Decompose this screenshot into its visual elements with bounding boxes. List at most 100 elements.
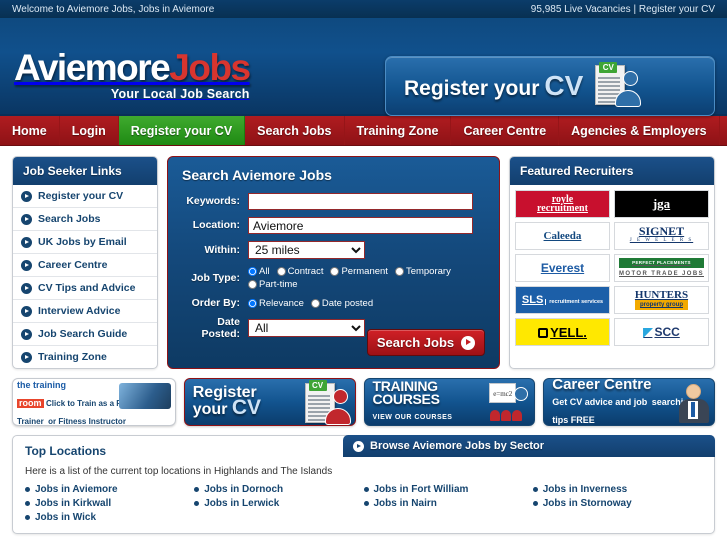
job-type-radio[interactable] — [330, 267, 340, 276]
logo-secondary-text: Jobs — [169, 47, 251, 88]
recruiter-logo-line2: recruitment — [537, 203, 588, 214]
search-panel-title: Search Aviemore Jobs — [182, 167, 332, 183]
location-label: Location: — [192, 219, 240, 232]
recruiter-logo-everest[interactable]: Everest — [515, 254, 610, 282]
sidebar-item-search-jobs[interactable]: Search Jobs — [13, 208, 157, 231]
training-room-logo-line1: the training — [17, 380, 66, 390]
top-bar: Welcome to Aviemore Jobs, Jobs in Aviemo… — [0, 0, 727, 19]
banner-register-cv[interactable]: Register your CV CV — [183, 378, 356, 426]
location-link-fort-william[interactable]: Jobs in Fort William — [363, 484, 533, 495]
location-label: Jobs in Dornoch — [204, 484, 284, 495]
order-by-radio[interactable] — [310, 298, 320, 308]
nav-item-search-jobs[interactable]: Search Jobs — [245, 116, 345, 145]
sidebar-item-uk-jobs-by-email[interactable]: UK Jobs by Email — [13, 231, 157, 254]
training-room-text-line2: or Fitness Instructor — [48, 417, 126, 426]
recruiter-logo-caleeda[interactable]: Caleeda — [515, 222, 610, 250]
arrow-right-icon — [21, 190, 32, 202]
yell-square-icon — [538, 327, 549, 338]
main-content: Job Seeker Links Register your CV Search… — [0, 146, 727, 534]
location-link-inverness[interactable]: Jobs in Inverness — [532, 484, 702, 495]
recruiter-logo-scc[interactable]: ◤ SCC — [614, 318, 709, 346]
browse-jobs-by-sector-tab[interactable]: Browse Aviemore Jobs by Sector — [343, 435, 715, 457]
location-link-dornoch[interactable]: Jobs in Dornoch — [194, 484, 363, 495]
sidebar-item-training-zone[interactable]: Training Zone — [13, 346, 157, 368]
job-type-radio[interactable] — [394, 267, 404, 276]
job-type-radio[interactable] — [248, 280, 257, 289]
keywords-input[interactable] — [248, 193, 473, 210]
job-type-option-temporary[interactable]: Temporary — [394, 266, 451, 277]
nav-item-login[interactable]: Login — [60, 116, 119, 145]
live-vacancies-count: 95,985 Live Vacancies — [530, 3, 631, 15]
location-link-lerwick[interactable]: Jobs in Lerwick — [194, 498, 363, 509]
training-room-logo-line2: room — [17, 398, 44, 408]
recruiter-logo-grid: royle recruitment jga Caleeda SIGNET J E… — [510, 185, 714, 351]
recruiter-logo-motor-trade-jobs[interactable]: PERFECT PLACEMENTS MOTOR TRADE JOBS — [614, 254, 709, 282]
search-jobs-button[interactable]: Search Jobs — [367, 329, 485, 356]
sidebar-item-career-centre[interactable]: Career Centre — [13, 254, 157, 277]
banner-career-centre[interactable]: Career Centre Get CV advice and job sear… — [543, 378, 715, 426]
sector-panel-title: Browse Aviemore Jobs by Sector — [370, 440, 545, 452]
job-type-radio[interactable] — [248, 267, 257, 276]
top-locations-description: Here is a list of the current top locati… — [25, 466, 333, 477]
nav-item-career-centre[interactable]: Career Centre — [451, 116, 560, 145]
recruiter-logo-sls-recruitment[interactable]: SLS recruitment services — [515, 286, 610, 314]
job-type-option-label: Contract — [287, 266, 324, 277]
location-link-wick[interactable]: Jobs in Wick — [25, 512, 194, 523]
location-link-stornoway[interactable]: Jobs in Stornoway — [532, 498, 702, 509]
recruiter-logo-yell[interactable]: YELL. — [515, 318, 610, 346]
sidebar-item-interview-advice[interactable]: Interview Advice — [13, 300, 157, 323]
recruiter-logo-signet-jewelers[interactable]: SIGNET J E W E L E R S — [614, 222, 709, 250]
cv-banner-text: Register your — [404, 77, 540, 100]
nav-item-contact-us[interactable]: Contact Us — [720, 116, 727, 145]
location-link-nairn[interactable]: Jobs in Nairn — [363, 498, 533, 509]
recruiter-logo-line1: MOTOR TRADE JOBS — [619, 271, 704, 277]
recruiter-logo-line2: recruitment services — [545, 299, 603, 305]
recruiter-logo-royle-recruitment[interactable]: royle recruitment — [515, 190, 610, 218]
recruiter-logo-line2: PERFECT PLACEMENTS — [619, 258, 704, 268]
cv-icon-tag-label: CV — [599, 62, 618, 73]
location-input[interactable] — [248, 217, 473, 234]
job-type-option-part-time[interactable]: Part-time — [248, 279, 298, 290]
sidebar-item-label: CV Tips and Advice — [38, 282, 136, 294]
order-by-option-relevance[interactable]: Relevance — [248, 298, 304, 309]
sidebar-item-label: Interview Advice — [38, 305, 121, 317]
topbar-right: 95,985 Live Vacancies | Register your CV — [531, 4, 715, 15]
banner-training-courses[interactable]: TRAINING COURSES VIEW OUR COURSES e=mc2 — [363, 378, 536, 426]
location-link-aviemore[interactable]: Jobs in Aviemore — [25, 484, 194, 495]
header-register-cv-banner[interactable]: Register your CV CV — [385, 56, 715, 116]
job-type-radio[interactable] — [276, 267, 286, 276]
topbar-register-cv-link[interactable]: Register your CV — [639, 4, 715, 15]
date-posted-select[interactable]: All — [248, 319, 365, 338]
location-spacer — [194, 512, 363, 523]
nav-item-register-your-cv[interactable]: Register your CV — [118, 116, 246, 145]
job-type-option-label: All — [259, 266, 270, 277]
order-by-option-date-posted[interactable]: Date posted — [310, 298, 373, 309]
job-type-option-all[interactable]: All — [248, 266, 270, 277]
nav-item-training-zone[interactable]: Training Zone — [345, 116, 452, 145]
nav-item-agencies-employers[interactable]: Agencies & Employers — [559, 116, 720, 145]
cv-document-icon: CV — [303, 380, 351, 425]
order-by-option-label: Relevance — [259, 297, 304, 309]
bullet-icon — [363, 487, 369, 492]
location-link-kirkwall[interactable]: Jobs in Kirkwall — [25, 498, 194, 509]
sidebar-item-cv-tips-and-advice[interactable]: CV Tips and Advice — [13, 277, 157, 300]
cv-banner-big-text: CV — [544, 70, 584, 101]
arrow-right-icon — [461, 335, 476, 350]
order-by-radio[interactable] — [248, 298, 257, 308]
within-distance-select[interactable]: 25 miles — [248, 241, 365, 259]
welcome-message: Welcome to Aviemore Jobs, Jobs in Aviemo… — [12, 3, 215, 15]
banner-training-room[interactable]: the training room Click to Train as a Pe… — [12, 378, 176, 426]
arrow-right-icon — [21, 259, 32, 271]
sidebar-item-job-search-guide[interactable]: Job Search Guide — [13, 323, 157, 346]
logo-primary-text: Aviemore — [14, 47, 171, 88]
job-type-option-permanent[interactable]: Permanent — [330, 266, 388, 277]
site-logo[interactable]: AviemoreJobs Your Local Job Search — [14, 47, 251, 101]
job-type-option-contract[interactable]: Contract — [276, 266, 324, 277]
recruiter-logo-jga[interactable]: jga — [614, 190, 709, 218]
training-courses-line2: COURSES — [372, 391, 440, 407]
sidebar-item-register-your-cv[interactable]: Register your CV — [13, 185, 157, 208]
location-label: Jobs in Fort William — [373, 484, 469, 495]
recruiter-logo-hunters-property-group[interactable]: HUNTERS property group — [614, 286, 709, 314]
recruiter-logo-line1: SCC — [654, 325, 680, 339]
nav-item-home[interactable]: Home — [0, 116, 60, 145]
